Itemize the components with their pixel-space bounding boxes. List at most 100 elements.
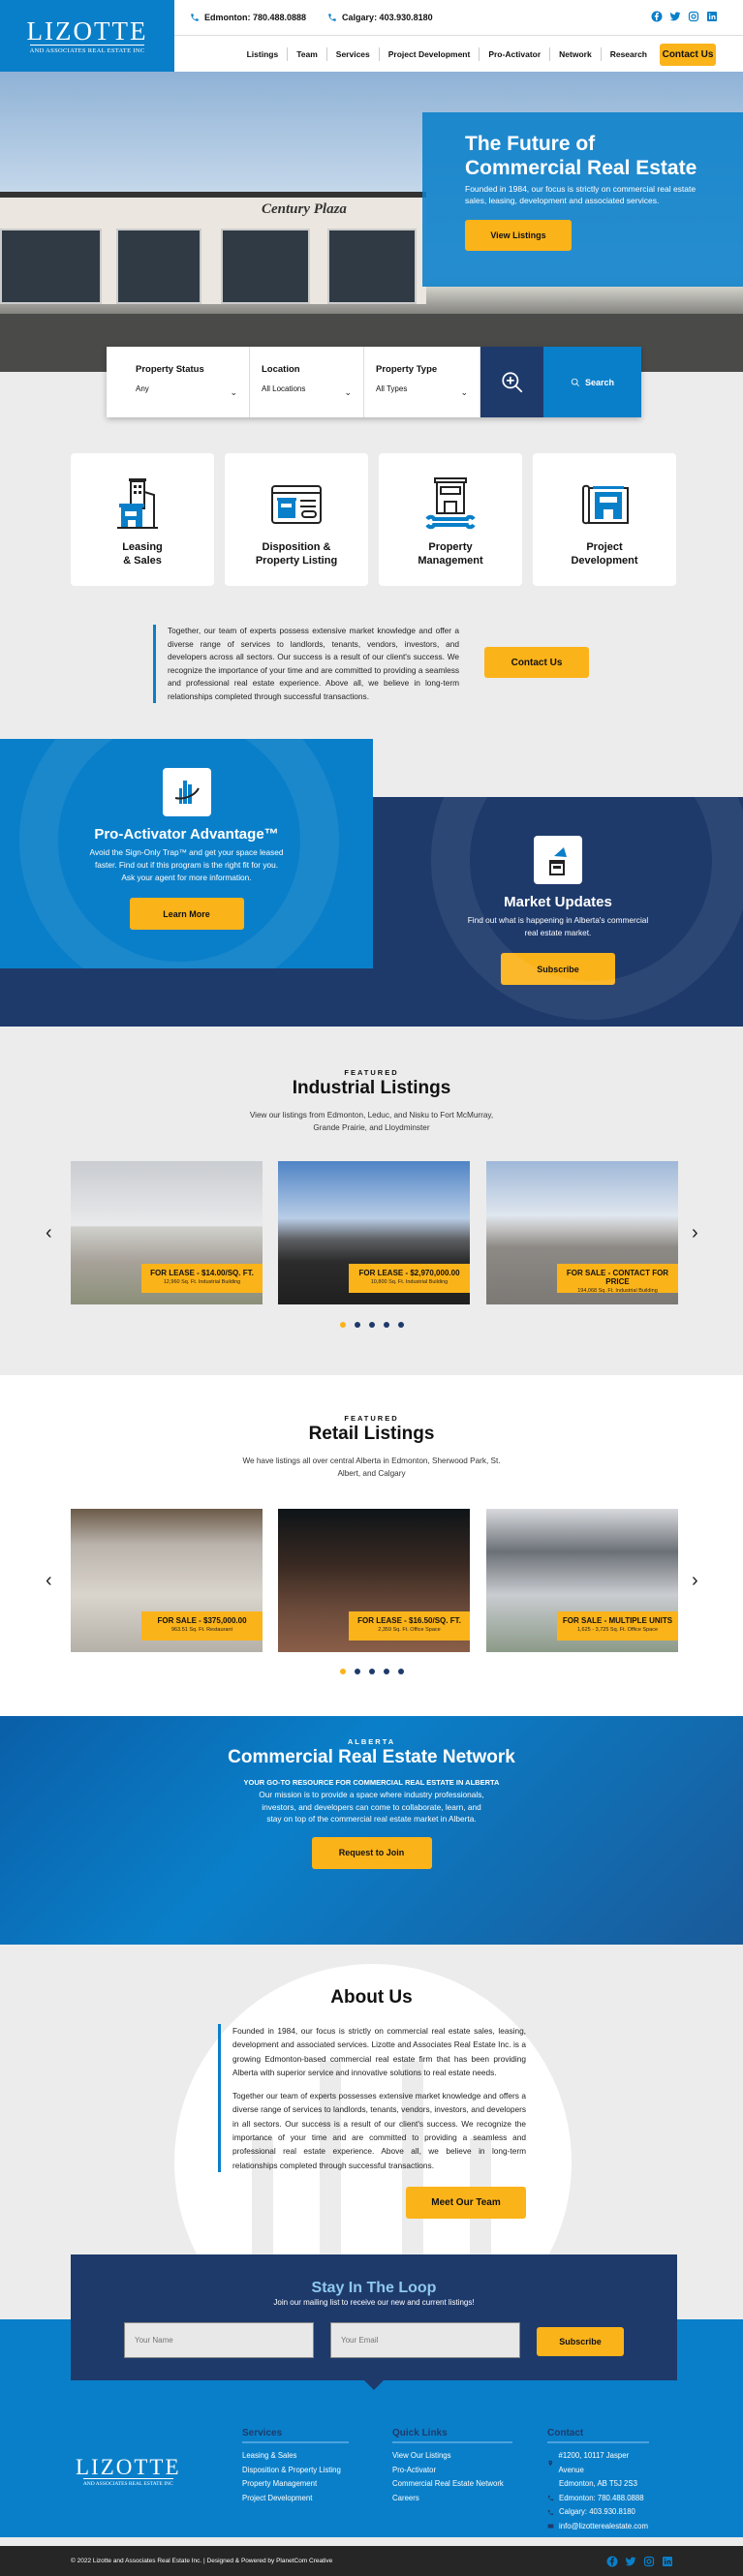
hero-building-photo: Century Plaza: [0, 192, 426, 304]
carousel-prev-icon[interactable]: ‹: [46, 1570, 52, 1592]
megaphone-icon: [534, 836, 582, 884]
page-dot[interactable]: [354, 1322, 360, 1328]
logo[interactable]: LIZOTTE AND ASSOCIATES REAL ESTATE INC: [0, 0, 174, 72]
service-label: Property Management: [418, 541, 483, 567]
footer-quick-links: Quick Links View Our Listings Pro-Activa…: [392, 2428, 512, 2505]
footer-link[interactable]: Disposition & Property Listing: [242, 2464, 349, 2478]
listing-card[interactable]: FOR LEASE - $16.50/SQ. FT. 2,359 Sq. Ft. …: [278, 1509, 470, 1652]
instagram-icon[interactable]: [643, 2556, 655, 2567]
footer-link[interactable]: Careers: [392, 2492, 512, 2506]
instagram-icon[interactable]: [688, 11, 699, 22]
facebook-icon[interactable]: [651, 11, 663, 22]
listing-card[interactable]: FOR LEASE - $14.00/SQ. FT. 12,960 Sq. Ft.…: [71, 1161, 263, 1304]
listing-card[interactable]: FOR SALE - $375,000.00 963.51 Sq. Ft. Res…: [71, 1509, 263, 1652]
page-dot[interactable]: [368, 1322, 375, 1328]
hero-panel: The Future of Commercial Real Estate Fou…: [422, 112, 743, 287]
service-card-management[interactable]: Property Management: [379, 453, 522, 586]
search-label: Search: [584, 377, 615, 387]
request-to-join-button[interactable]: Request to Join: [311, 1836, 432, 1869]
property-status-select[interactable]: Property Status Any ⌄: [107, 347, 250, 417]
page-dot[interactable]: [368, 1669, 375, 1674]
search-button[interactable]: Search: [543, 347, 641, 417]
listing-tag: FOR SALE - $375,000.00 963.51 Sq. Ft. Res…: [141, 1611, 263, 1641]
footer-link[interactable]: Leasing & Sales: [242, 2449, 349, 2464]
logo-name: LIZOTTE: [26, 15, 148, 46]
nav-project-development[interactable]: Project Development: [380, 47, 480, 61]
facebook-icon[interactable]: [606, 2556, 618, 2567]
featured-kicker: FEATURED: [344, 1414, 399, 1423]
linkedin-icon[interactable]: [706, 11, 718, 22]
service-card-disposition[interactable]: Disposition & Property Listing: [225, 453, 368, 586]
listing-tag: FOR LEASE - $16.50/SQ. FT. 2,359 Sq. Ft. …: [349, 1611, 470, 1641]
top-bar: Edmonton: 780.488.0888 Calgary: 403.930.…: [174, 0, 743, 36]
intro-text: Together, our team of experts possess ex…: [153, 625, 459, 703]
twitter-icon[interactable]: [669, 11, 681, 22]
newsletter-signup: Stay In The Loop Join our mailing list t…: [71, 2254, 677, 2390]
featured-kicker: FEATURED: [344, 1068, 399, 1077]
page-dot[interactable]: [339, 1322, 346, 1328]
section-title: Retail Listings: [308, 1424, 435, 1444]
field-value: All Locations: [262, 384, 306, 393]
advanced-search-button[interactable]: [480, 347, 543, 417]
page-dot[interactable]: [339, 1669, 346, 1674]
email-input[interactable]: [330, 2322, 520, 2358]
section-text: We have listings all over central Albert…: [242, 1457, 501, 1478]
nav-services[interactable]: Services: [327, 47, 380, 61]
footer-link[interactable]: Commercial Real Estate Network: [392, 2477, 512, 2492]
phone-icon: [191, 14, 199, 21]
footer-phone-edmonton[interactable]: Edmonton: 780.488.0888: [547, 2492, 649, 2506]
property-type-select[interactable]: Property Type All Types ⌄: [364, 347, 480, 417]
service-card-leasing[interactable]: Leasing & Sales: [71, 453, 214, 586]
phone-icon: [547, 2496, 554, 2501]
footer-social-links: [606, 2556, 673, 2567]
footer-phone-calgary[interactable]: Calgary: 403.930.8180: [547, 2505, 649, 2520]
about-title: About Us: [330, 1987, 413, 2008]
meet-our-team-button[interactable]: Meet Our Team: [406, 2187, 526, 2219]
name-input[interactable]: [124, 2322, 314, 2358]
twitter-icon[interactable]: [625, 2556, 636, 2567]
carousel-prev-icon[interactable]: ‹: [46, 1222, 52, 1244]
linkedin-icon[interactable]: [662, 2556, 673, 2567]
footer-link[interactable]: View Our Listings: [392, 2449, 512, 2464]
page-dot[interactable]: [354, 1669, 360, 1674]
page-dot[interactable]: [383, 1322, 389, 1328]
phone-edmonton[interactable]: Edmonton: 780.488.0888: [190, 13, 306, 22]
listing-card[interactable]: FOR SALE - MULTIPLE UNITS 1,625 - 3,725 S…: [486, 1509, 678, 1652]
nav-team[interactable]: Team: [288, 47, 327, 61]
service-card-development[interactable]: Project Development: [533, 453, 676, 586]
newsletter-subscribe-button[interactable]: Subscribe: [537, 2327, 624, 2356]
contact-us-button[interactable]: Contact Us: [484, 647, 589, 678]
footer-link[interactable]: Property Management: [242, 2477, 349, 2492]
newsletter-subtitle: Join our mailing list to receive our new…: [273, 2298, 475, 2307]
phone-calgary[interactable]: Calgary: 403.930.8180: [327, 13, 433, 22]
pro-activator-logo-icon: [162, 768, 211, 816]
carousel-next-icon[interactable]: ›: [692, 1570, 698, 1592]
address-line2: Edmonton, AB T5J 2S3: [559, 2479, 637, 2488]
page-dot[interactable]: [397, 1669, 404, 1674]
industrial-pagination: [0, 1322, 743, 1328]
nav-listings[interactable]: Listings: [238, 47, 289, 61]
footer-logo[interactable]: LIZOTTE AND ASSOCIATES REAL ESTATE INC: [76, 2456, 181, 2487]
footer-heading: Services: [242, 2428, 349, 2443]
main-nav: Listings Team Services Project Developme…: [174, 37, 743, 72]
carousel-next-icon[interactable]: ›: [692, 1222, 698, 1244]
page-dot[interactable]: [383, 1669, 389, 1674]
nav-pro-activator[interactable]: Pro-Activator: [480, 47, 551, 61]
nav-network[interactable]: Network: [550, 47, 602, 61]
footer-link[interactable]: Pro-Activator: [392, 2464, 512, 2478]
view-listings-button[interactable]: View Listings: [465, 220, 572, 251]
footer-link[interactable]: Project Development: [242, 2492, 349, 2506]
nav-research[interactable]: Research: [602, 47, 656, 61]
field-value: Any: [136, 384, 149, 393]
location-select[interactable]: Location All Locations ⌄: [250, 347, 364, 417]
listing-card[interactable]: FOR LEASE - $2,970,000.00 10,800 Sq. Ft. …: [278, 1161, 470, 1304]
phone-text: Edmonton: 780.488.0888: [204, 13, 307, 22]
browser-listing-icon: [271, 485, 322, 524]
footer-heading: Contact: [547, 2428, 649, 2443]
industrial-heading: FEATURED Industrial Listings View our li…: [0, 1068, 743, 1134]
listing-card[interactable]: FOR SALE - CONTACT FOR PRICE 194,068 Sq. …: [486, 1161, 678, 1304]
footer-email[interactable]: info@lizotterealestate.com: [547, 2520, 649, 2534]
listing-tag: FOR LEASE - $14.00/SQ. FT. 12,960 Sq. Ft.…: [141, 1264, 263, 1293]
contact-us-button[interactable]: Contact Us: [660, 43, 716, 66]
page-dot[interactable]: [397, 1322, 404, 1328]
